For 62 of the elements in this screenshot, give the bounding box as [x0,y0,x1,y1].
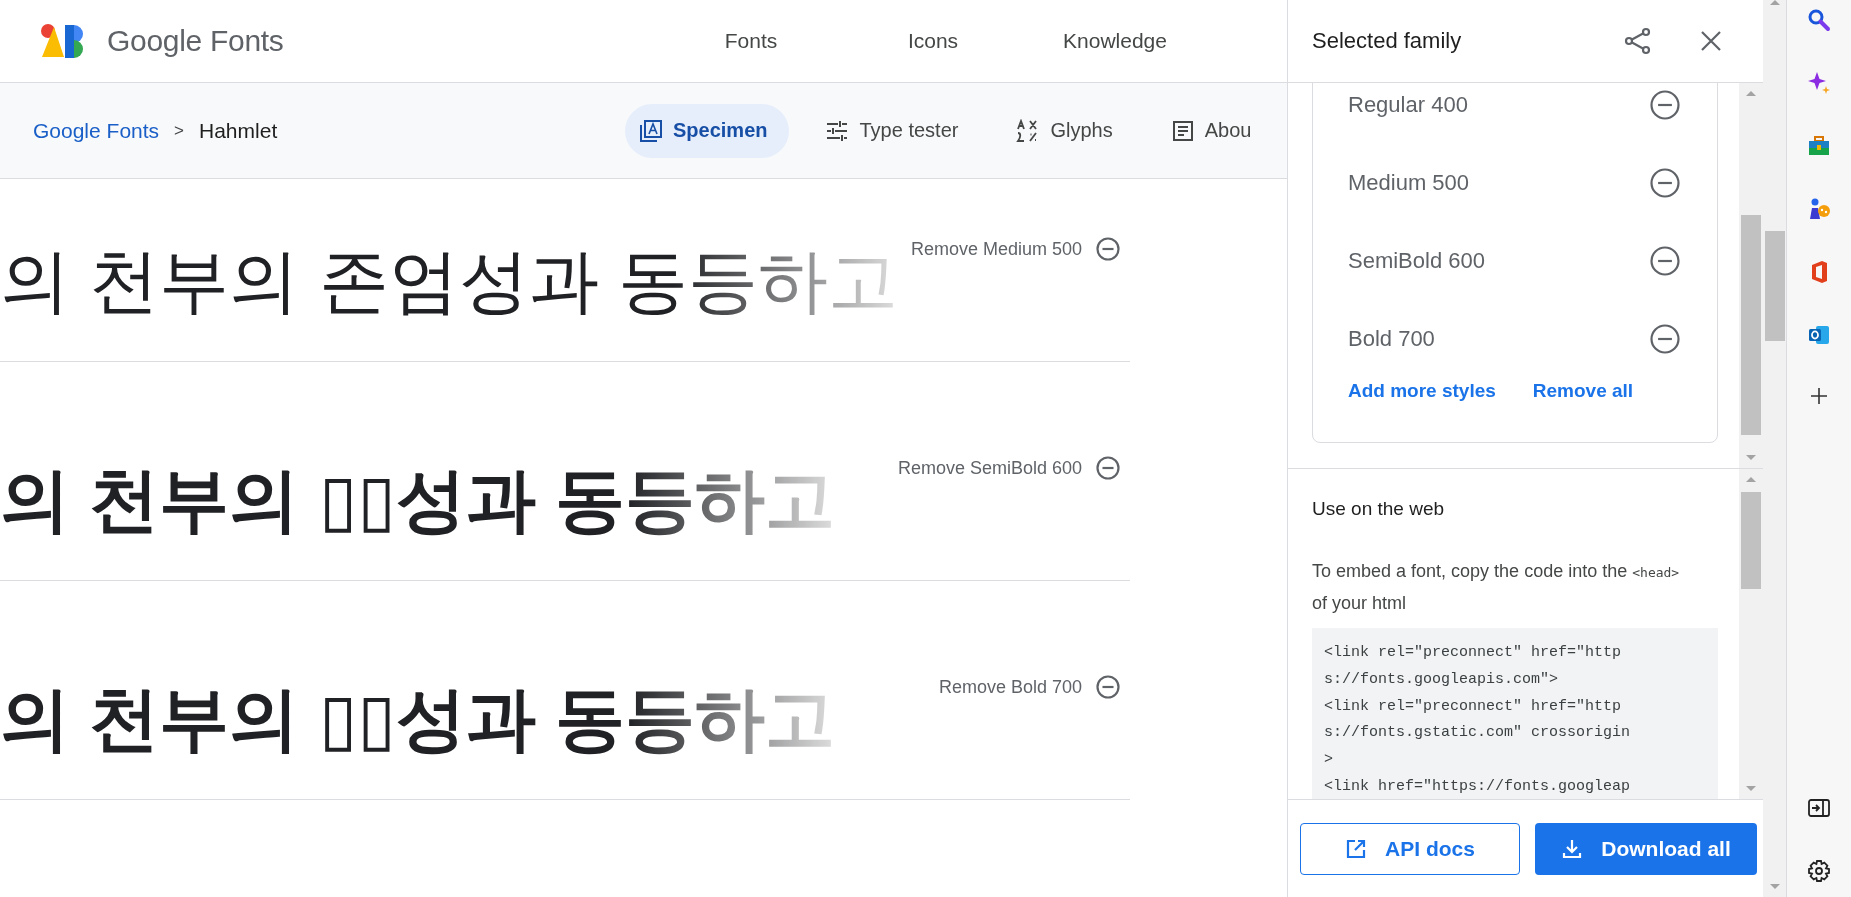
code-line: > [1324,750,1334,771]
mail-icon[interactable] [1807,323,1831,347]
scroll-thumb[interactable] [1741,215,1761,435]
style-name: SemiBold 600 [1348,248,1485,274]
sliders-icon [825,118,850,143]
code-line: s://fonts.gstatic.com" crossorigin [1324,723,1632,744]
code-line: s://fonts.googleapis.com"> [1324,669,1560,690]
panel-title: Selected family [1312,28,1463,54]
scroll-bar[interactable] [1739,469,1763,799]
download-icon [1561,837,1584,860]
nav-link[interactable]: Knowledge [1024,29,1206,53]
specimen-icon [639,118,663,143]
tab[interactable]: Type tester [811,103,981,158]
panel-toggle-icon[interactable] [1807,796,1831,820]
document-icon [1170,118,1195,143]
tab[interactable]: Specimen [625,103,790,158]
style-name: Medium 500 [1348,170,1470,196]
scroll-thumb[interactable] [1764,231,1785,341]
tab[interactable]: Glyphs [1002,103,1135,158]
remove-style-button[interactable]: Remove Medium 500 [910,237,1130,261]
sparkle-icon[interactable] [1807,71,1831,95]
brand-name[interactable]: Google Fonts [107,24,284,58]
remove-icon [1096,237,1120,261]
remove-style-button[interactable]: Remove SemiBold 600 [897,456,1130,480]
remove-icon[interactable] [1650,246,1680,276]
code-line: <link rel="preconnect" href="http [1324,696,1623,717]
remove-style-button[interactable]: Remove Bold 700 [938,675,1130,699]
toolbox-icon[interactable] [1807,134,1831,158]
download-button[interactable]: Download all [1535,822,1757,875]
scroll-thumb[interactable] [1741,492,1761,589]
settings-icon[interactable] [1807,859,1831,883]
remove-icon[interactable] [1650,168,1680,198]
external-link-icon [1345,837,1368,860]
game-figure-icon[interactable] [1807,197,1831,221]
nav-link[interactable]: Fonts [660,29,842,53]
tab[interactable]: Abou [1156,103,1274,158]
style-name: Regular 400 [1348,92,1468,118]
style-name: Bold 700 [1348,326,1435,352]
text-link[interactable]: Remove all [1532,380,1634,402]
instruction-text: To embed a font, copy the code into the <head> of your html [1312,560,1681,615]
remove-icon[interactable] [1650,324,1680,354]
breadcrumb-link[interactable]: Google Fonts [33,118,160,143]
search-icon[interactable] [1807,8,1831,32]
specimen-text: 의 천부의 ▯▯성과 동등하고 [0,462,836,539]
code-line: <link rel="preconnect" href="http [1324,643,1623,663]
code-line: <link href="https://fonts.googleap [1324,777,1632,797]
remove-icon[interactable] [1650,90,1680,120]
remove-icon [1096,456,1120,480]
add-icon[interactable] [1809,386,1829,406]
nav-link[interactable]: Icons [842,29,1024,53]
scroll-bar[interactable] [1763,0,1786,897]
docs-button[interactable]: API docs [1300,822,1520,875]
close-icon[interactable] [1699,29,1723,53]
text-link[interactable]: Add more styles [1348,380,1496,402]
specimen-text: 의 천부의 ▯▯성과 동등하고 [0,681,836,758]
remove-icon [1096,675,1120,699]
scroll-bar[interactable] [1739,83,1763,468]
specimen-text: 의 천부의 존엄성과 동등하고 [0,243,899,320]
breadcrumb-separator: > [174,120,184,141]
breadcrumb-current: Hahmlet [199,118,278,143]
share-icon[interactable] [1624,27,1652,55]
section-heading: Use on the web [1312,498,1446,520]
